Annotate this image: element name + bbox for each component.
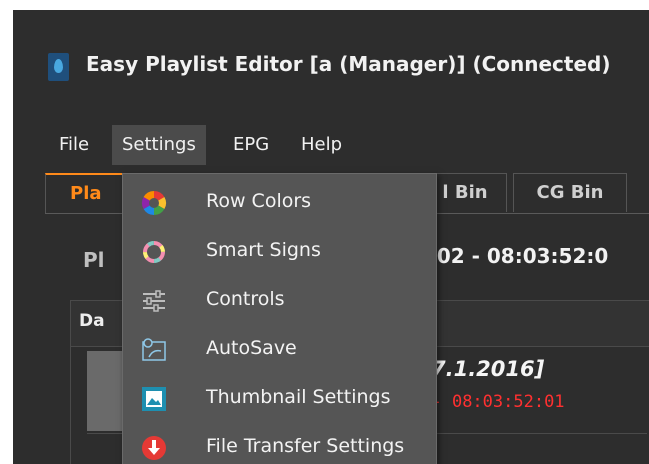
tab-cg-bin-label: CG Bin: [536, 182, 604, 203]
menu-item-autosave[interactable]: AutoSave: [123, 325, 436, 374]
menu-epg[interactable]: EPG: [223, 125, 279, 165]
menu-item-label: Controls: [206, 288, 285, 310]
grid-header-date[interactable]: Da: [79, 311, 105, 331]
menu-item-thumbnail-settings[interactable]: Thumbnail Settings: [123, 374, 436, 423]
title-bar: Easy Playlist Editor [a (Manager)] (Conn…: [13, 10, 649, 110]
menu-item-label: Smart Signs: [206, 239, 321, 261]
row-date: 7.1.2016]: [431, 357, 545, 381]
menu-item-label: AutoSave: [206, 337, 297, 359]
tab-bin-label: l Bin: [442, 182, 488, 203]
tab-playlist-label: Pla: [70, 183, 102, 204]
settings-dropdown: Row Colors Smart Signs Controls AutoSave…: [122, 173, 437, 464]
menu-item-row-colors[interactable]: Row Colors: [123, 178, 436, 227]
window-title: Easy Playlist Editor [a (Manager)] (Conn…: [86, 52, 611, 76]
autosave-icon: [142, 338, 166, 361]
app-logo-icon: [48, 53, 69, 81]
row-time-value: - 08:03:52:01: [421, 392, 565, 412]
menu-bar: File Settings EPG Help: [13, 125, 649, 165]
menu-item-smart-signs[interactable]: Smart Signs: [123, 227, 436, 276]
image-icon: [142, 387, 166, 411]
menu-item-controls[interactable]: Controls: [123, 276, 436, 325]
menu-help[interactable]: Help: [291, 125, 352, 165]
row-colors-icon: [141, 191, 167, 215]
menu-item-file-transfer-settings[interactable]: File Transfer Settings: [123, 423, 436, 464]
tab-cg-bin[interactable]: CG Bin: [513, 173, 627, 212]
smart-signs-icon: [143, 241, 165, 263]
app-window: Easy Playlist Editor [a (Manager)] (Conn…: [13, 10, 649, 464]
menu-settings[interactable]: Settings: [112, 125, 206, 165]
menu-item-label: Thumbnail Settings: [206, 386, 391, 408]
menu-item-label: File Transfer Settings: [206, 435, 405, 457]
menu-file[interactable]: File: [49, 125, 99, 165]
menu-item-label: Row Colors: [206, 190, 312, 212]
download-icon: [142, 436, 166, 460]
sliders-icon: [143, 290, 165, 312]
playlist-label: Pl: [83, 248, 105, 272]
